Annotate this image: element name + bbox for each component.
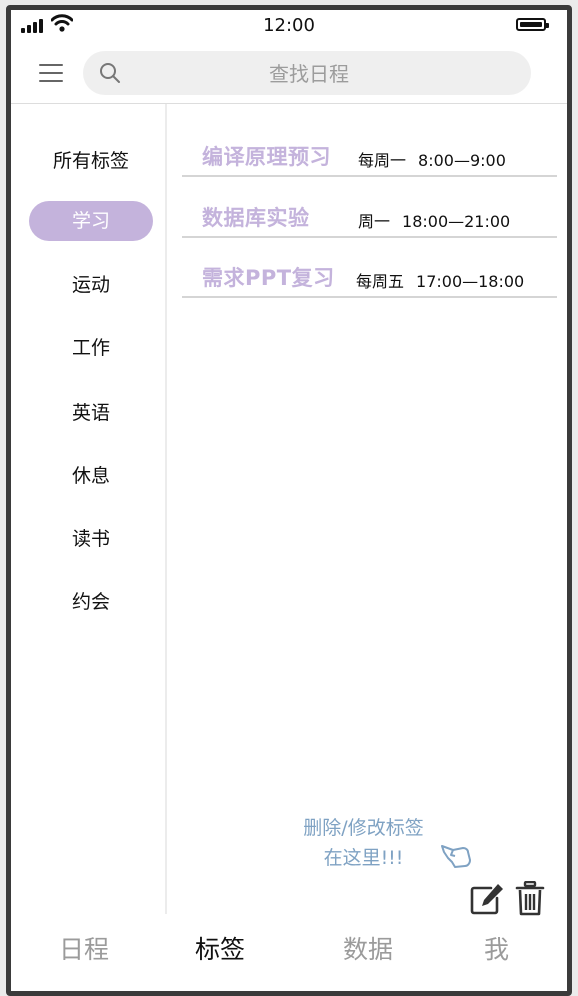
pointing-hand-icon — [441, 845, 471, 868]
tab-me[interactable]: 我 — [484, 930, 509, 966]
tag-sidebar: 所有标签 学习 运动 工作 英语 休息 读书 约会 — [11, 104, 167, 914]
tag-english[interactable]: 英语 — [29, 393, 153, 433]
schedule-item[interactable]: 数据库实验 周一 18:00—21:00 — [182, 196, 557, 238]
tag-sports[interactable]: 运动 — [29, 265, 153, 305]
tab-bar: 日程 标签 数据 我 — [11, 922, 567, 986]
search-bar[interactable] — [83, 51, 535, 97]
tab-schedule[interactable]: 日程 — [59, 930, 109, 966]
tag-rest[interactable]: 休息 — [29, 456, 153, 496]
tag-reading[interactable]: 读书 — [29, 519, 153, 559]
schedule-item[interactable]: 需求PPT复习 每周五 17:00—18:00 — [182, 256, 557, 298]
edit-icon[interactable] — [469, 882, 505, 916]
menu-icon[interactable] — [39, 64, 63, 88]
trash-icon[interactable] — [515, 881, 545, 917]
schedule-time: 每周一 8:00—9:00 — [358, 151, 506, 170]
tab-data[interactable]: 数据 — [343, 930, 393, 966]
tag-work[interactable]: 工作 — [29, 328, 153, 368]
schedule-item[interactable]: 编译原理预习 每周一 8:00—9:00 — [182, 135, 557, 177]
tag-date[interactable]: 约会 — [29, 582, 153, 622]
schedule-time: 每周五 17:00—18:00 — [356, 272, 525, 291]
tag-study[interactable]: 学习 — [29, 201, 153, 241]
hint-line-1: 删除/修改标签 — [303, 817, 424, 839]
schedule-title: 编译原理预习 — [202, 145, 331, 169]
edit-hint: 删除/修改标签 在这里!!! — [291, 813, 436, 873]
schedule-title: 需求PPT复习 — [202, 266, 335, 290]
status-time: 12:00 — [263, 15, 315, 36]
schedule-title: 数据库实验 — [202, 206, 310, 230]
battery-icon — [516, 18, 549, 31]
phone-frame: 12:00 所有标签 学习 运动 工作 英语 休息 读书 约会 编译原理预习 每… — [6, 5, 572, 996]
tag-all[interactable]: 所有标签 — [29, 141, 153, 181]
hint-line-2: 在这里!!! — [323, 847, 404, 869]
search-input[interactable] — [83, 51, 535, 97]
tab-tags[interactable]: 标签 — [195, 930, 245, 966]
status-bar: 12:00 — [11, 10, 567, 44]
schedule-time: 周一 18:00—21:00 — [358, 212, 511, 231]
